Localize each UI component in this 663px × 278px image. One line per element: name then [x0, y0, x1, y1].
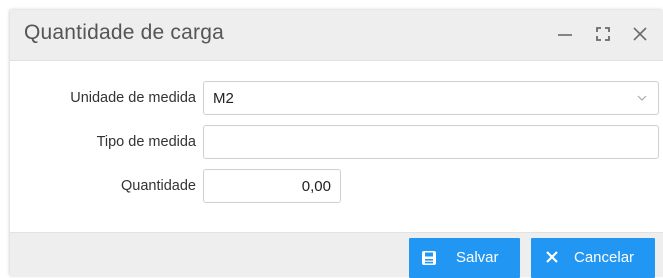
close-icon: [633, 27, 647, 41]
tipo-de-medida-input[interactable]: [203, 125, 659, 159]
unidade-de-medida-value: M2: [213, 90, 234, 107]
close-icon: [546, 251, 558, 263]
dialog-title: Quantidade de carga: [24, 21, 224, 44]
save-icon: [422, 251, 436, 265]
tipo-de-medida-row: Tipo de medida: [10, 125, 663, 161]
chevron-down-icon: [637, 95, 647, 101]
save-button-label: Salvar: [456, 249, 499, 266]
unidade-de-medida-select[interactable]: M2: [203, 81, 659, 115]
save-button[interactable]: Salvar: [409, 238, 520, 278]
cancel-button[interactable]: Cancelar: [531, 238, 655, 278]
close-button[interactable]: [629, 22, 651, 46]
maximize-button[interactable]: [592, 22, 614, 46]
dialog-footer: Salvar Cancelar: [10, 232, 663, 278]
minimize-button[interactable]: [554, 22, 576, 46]
unidade-de-medida-row: Unidade de medida M2: [10, 81, 663, 117]
quantidade-de-carga-dialog: Quantidade de carga Unidade de medida M2: [10, 10, 663, 278]
quantidade-input[interactable]: 0,00: [203, 169, 341, 203]
maximize-icon: [596, 27, 610, 41]
dialog-titlebar[interactable]: Quantidade de carga: [10, 10, 663, 61]
quantidade-value: 0,00: [301, 178, 331, 195]
tipo-de-medida-label: Tipo de medida: [96, 134, 196, 150]
unidade-de-medida-label: Unidade de medida: [70, 90, 196, 106]
cancel-button-label: Cancelar: [574, 249, 635, 266]
quantidade-row: Quantidade 0,00: [10, 169, 663, 205]
minimize-icon: [558, 34, 572, 36]
dialog-body: Unidade de medida M2 Tipo de medida Quan…: [10, 61, 663, 232]
quantidade-label: Quantidade: [121, 178, 196, 194]
